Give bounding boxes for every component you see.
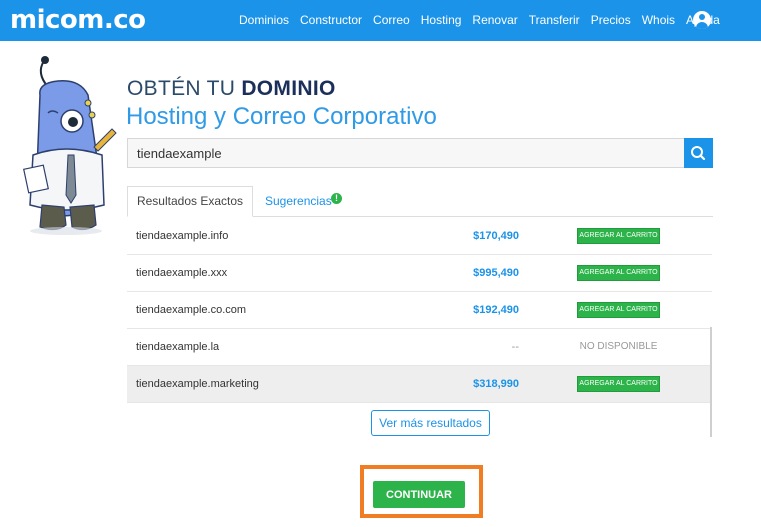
tab-suggestions[interactable]: Sugerencias bbox=[265, 194, 332, 208]
nav-item-hosting[interactable]: Hosting bbox=[421, 13, 462, 27]
result-row: tiendaexample.co.com $192,490 AGREGAR AL… bbox=[127, 292, 712, 329]
domain-search-input[interactable] bbox=[127, 138, 684, 168]
more-results-button[interactable]: Ver más resultados bbox=[371, 410, 490, 436]
result-domain: tiendaexample.marketing bbox=[136, 378, 259, 390]
add-to-cart-button[interactable]: AGREGAR AL CARRITO bbox=[577, 376, 660, 392]
nav-item-correo[interactable]: Correo bbox=[373, 13, 410, 27]
logo[interactable]: micom.co bbox=[10, 6, 146, 34]
result-row: tiendaexample.la -- NO DISPONIBLE bbox=[127, 329, 712, 366]
nav-item-transferir[interactable]: Transferir bbox=[529, 13, 580, 27]
result-row: tiendaexample.info $170,490 AGREGAR AL C… bbox=[127, 218, 712, 255]
tab-exact-results[interactable]: Resultados Exactos bbox=[127, 186, 253, 217]
add-to-cart-button[interactable]: AGREGAR AL CARRITO bbox=[577, 228, 660, 244]
result-price: $318,990 bbox=[473, 378, 519, 390]
result-domain: tiendaexample.co.com bbox=[136, 304, 247, 316]
title-bold: DOMINIO bbox=[241, 77, 336, 100]
suggestions-badge: ! bbox=[331, 193, 342, 204]
domain-results-list: tiendaexample.info $170,490 AGREGAR AL C… bbox=[127, 218, 712, 403]
result-domain: tiendaexample.info bbox=[136, 230, 229, 242]
user-circle-icon[interactable] bbox=[693, 11, 711, 29]
result-price: -- bbox=[511, 341, 519, 353]
continue-button[interactable]: CONTINUAR bbox=[373, 481, 465, 508]
result-domain: tiendaexample.xxx bbox=[136, 267, 228, 279]
top-navbar: micom.co Dominios Constructor Correo Hos… bbox=[0, 0, 761, 41]
result-price: $995,490 bbox=[473, 267, 519, 279]
unavailable-status: NO DISPONIBLE bbox=[579, 341, 658, 352]
nav-item-dominios[interactable]: Dominios bbox=[239, 13, 289, 27]
result-price: $192,490 bbox=[473, 304, 519, 316]
page-title: OBTÉN TU DOMINIO bbox=[127, 77, 336, 101]
nav-item-whois[interactable]: Whois bbox=[642, 13, 675, 27]
page-subtitle: Hosting y Correo Corporativo bbox=[126, 103, 437, 130]
nav-item-constructor[interactable]: Constructor bbox=[300, 13, 362, 27]
search-icon bbox=[691, 146, 706, 161]
result-row: tiendaexample.xxx $995,490 AGREGAR AL CA… bbox=[127, 255, 712, 292]
nav-item-renovar[interactable]: Renovar bbox=[472, 13, 517, 27]
result-price: $170,490 bbox=[473, 230, 519, 242]
results-scrollbar[interactable] bbox=[710, 327, 712, 437]
title-prefix: OBTÉN TU bbox=[127, 77, 242, 100]
result-row: tiendaexample.marketing $318,990 AGREGAR… bbox=[127, 366, 712, 403]
main-nav: Dominios Constructor Correo Hosting Reno… bbox=[239, 13, 731, 27]
result-domain: tiendaexample.la bbox=[136, 341, 220, 353]
add-to-cart-button[interactable]: AGREGAR AL CARRITO bbox=[577, 265, 660, 281]
robot-mascot-illustration bbox=[23, 56, 117, 235]
add-to-cart-button[interactable]: AGREGAR AL CARRITO bbox=[577, 302, 660, 318]
search-button[interactable] bbox=[684, 138, 713, 168]
nav-item-precios[interactable]: Precios bbox=[591, 13, 631, 27]
